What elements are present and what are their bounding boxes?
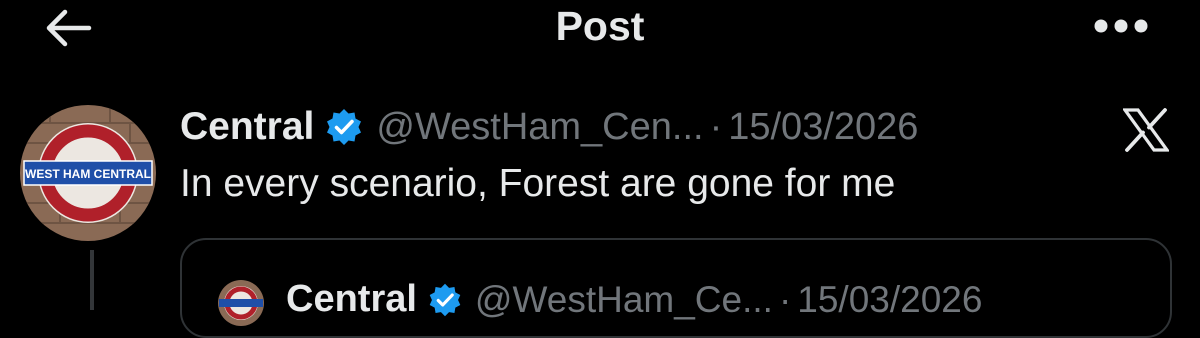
arrow-left-icon — [46, 9, 92, 47]
page-title: Post — [555, 3, 645, 49]
avatar-sign-text: WEST HAM CENTRAL — [25, 167, 151, 181]
more-horizontal-icon — [1094, 19, 1148, 33]
verified-badge-icon[interactable] — [324, 107, 364, 147]
handle[interactable]: @WestHam_Cen... — [376, 106, 703, 149]
quoted-separator: · — [778, 278, 792, 320]
more-options-button[interactable] — [1086, 4, 1156, 48]
quoted-avatar[interactable] — [218, 280, 264, 326]
quoted-post-date: 15/03/2026 — [797, 278, 983, 320]
x-logo-button[interactable] — [1120, 106, 1172, 154]
x-logo-icon — [1123, 108, 1169, 152]
quoted-post-card[interactable]: Central @WestHam_Ce... · 15/03/2026 — [180, 238, 1172, 338]
avatar[interactable]: WEST HAM CENTRAL — [20, 105, 156, 241]
thread-line — [90, 250, 94, 310]
post-date[interactable]: 15/03/2026 — [728, 106, 918, 149]
quoted-handle[interactable]: @WestHam_Ce... — [475, 279, 773, 321]
roundel-avatar-small — [218, 280, 264, 326]
roundel-avatar: WEST HAM CENTRAL — [20, 105, 156, 241]
separator: · — [709, 105, 723, 148]
quoted-post-header: Central @WestHam_Ce... · 15/03/2026 — [286, 278, 982, 321]
top-bar: Post — [0, 0, 1200, 60]
post-text: In every scenario, Forest are gone for m… — [180, 162, 896, 205]
verified-badge-icon — [427, 282, 463, 318]
back-button[interactable] — [40, 4, 96, 52]
display-name[interactable]: Central — [180, 105, 314, 149]
post-header: Central @WestHam_Cen... · 15/03/2026 — [180, 102, 918, 152]
quoted-display-name[interactable]: Central — [286, 278, 417, 321]
